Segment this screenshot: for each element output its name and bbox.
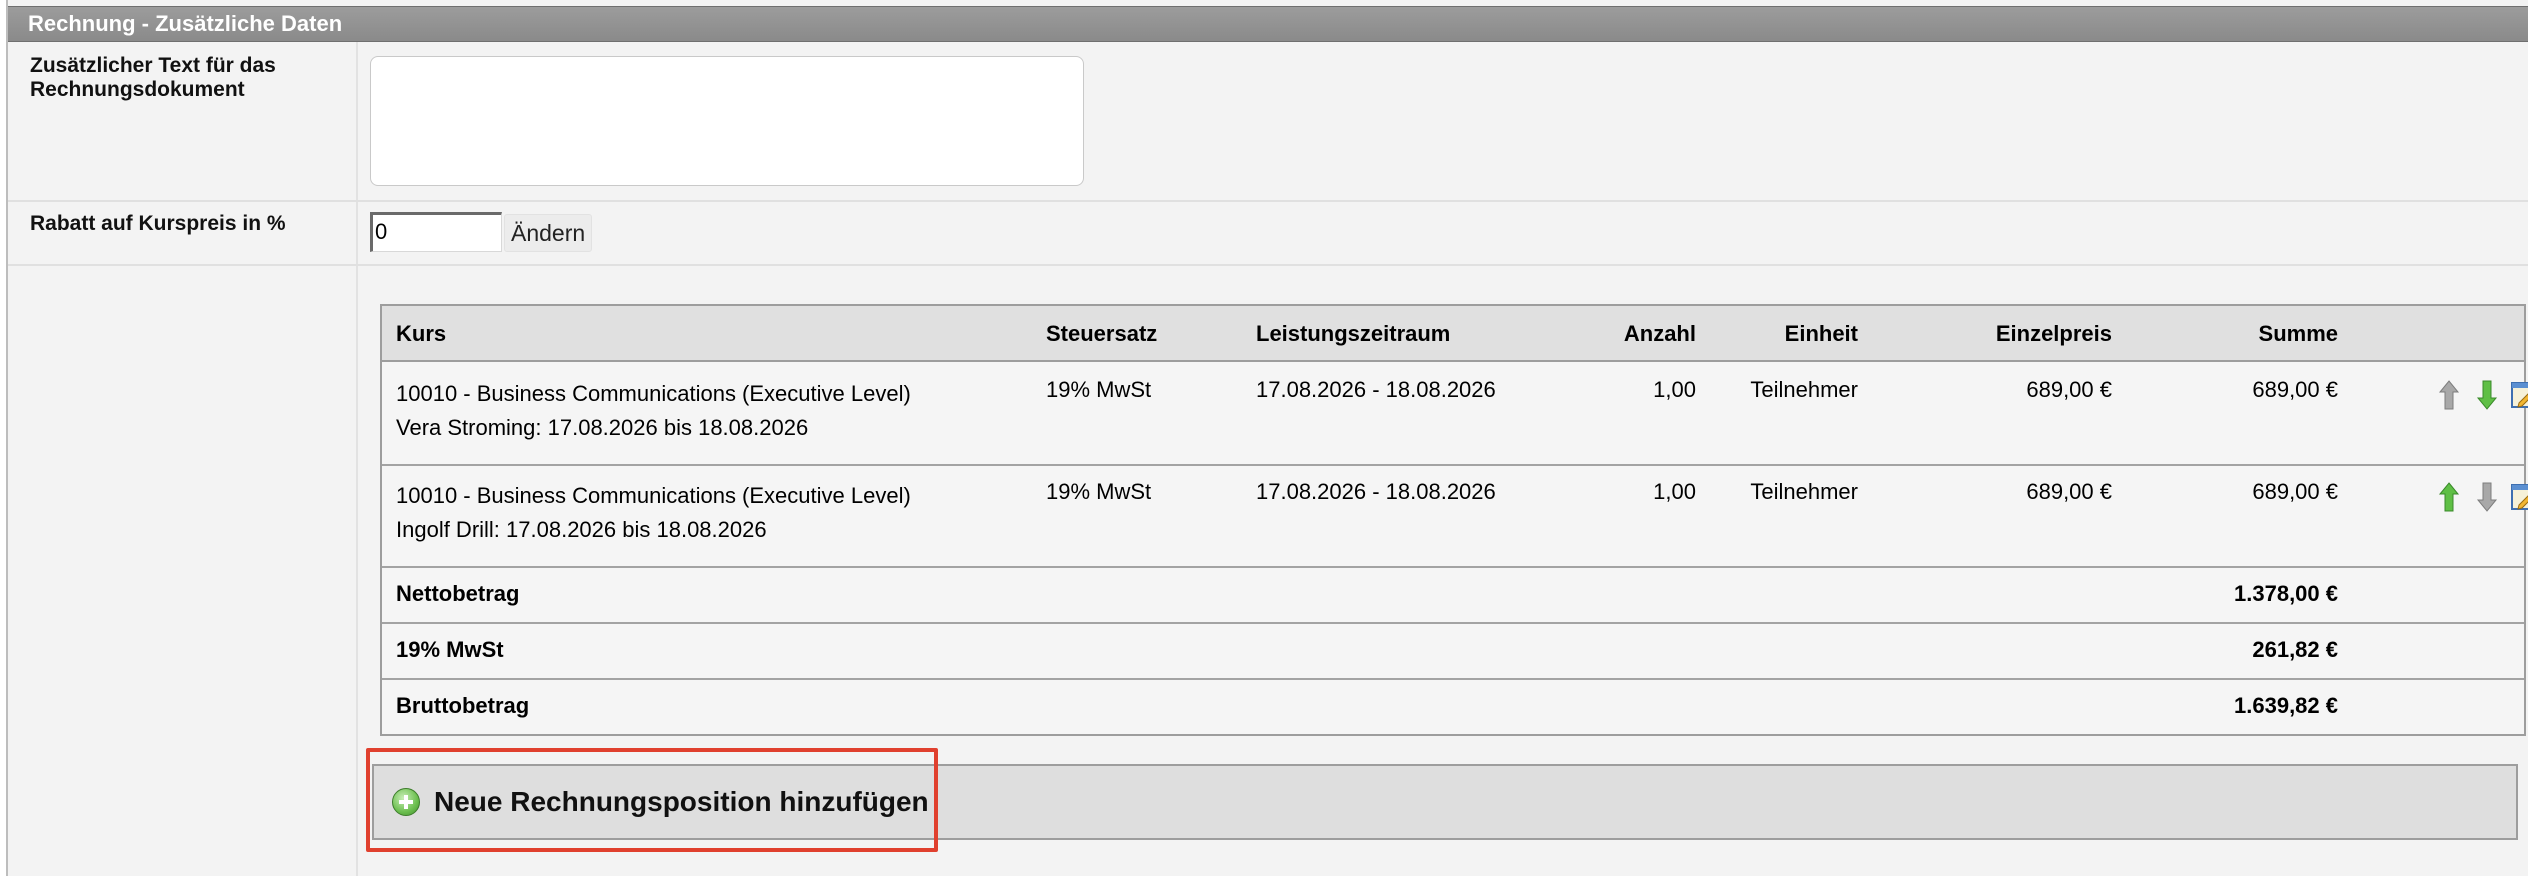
move-down-icon[interactable] [2474, 378, 2500, 412]
section-header: Rechnung - Zusätzliche Daten [8, 6, 2528, 42]
row-tax-rate: 19% MwSt [1046, 479, 1152, 504]
net-amount-label: Nettobetrag [396, 581, 520, 606]
row-unit-price: 689,00 € [2026, 377, 2112, 402]
col-header-anzahl: Anzahl [1623, 321, 1696, 346]
additional-text-label-line2: Rechnungsdokument [30, 78, 245, 101]
additional-text-label-line1: Zusätzlicher Text für das [30, 54, 276, 77]
row-participant: Ingolf Drill: 17.08.2026 bis 18.08.2026 [396, 517, 767, 542]
row-unit: Teilnehmer [1750, 377, 1858, 402]
gross-amount-value: 1.639,82 € [2234, 693, 2338, 718]
col-header-einheit: Einheit [1784, 321, 1858, 346]
row-course-title: 10010 - Business Communications (Executi… [396, 381, 911, 406]
add-position-button[interactable]: Neue Rechnungsposition hinzufügen [434, 784, 929, 820]
row-divider [382, 566, 2524, 568]
additional-text-label: Zusätzlicher Text für das Rechnungsdokum… [30, 54, 276, 102]
row-divider [382, 622, 2524, 624]
invoice-positions-table: Kurs Steuersatz Leistungszeitraum Anzahl… [380, 304, 2528, 736]
row-service-period: 17.08.2026 - 18.08.2026 [1256, 377, 1496, 402]
col-header-einzelpreis: Einzelpreis [1995, 321, 2112, 346]
tax-amount-label: 19% MwSt [396, 637, 504, 662]
col-header-leistungszeitraum: Leistungszeitraum [1256, 321, 1451, 346]
add-plus-icon[interactable] [392, 788, 420, 816]
apply-discount-button[interactable]: Ändern [504, 214, 593, 252]
row-quantity: 1,00 [1653, 479, 1696, 504]
row-total: 689,00 € [2252, 479, 2338, 504]
tax-amount-value: 261,82 € [2252, 637, 2338, 662]
col-header-steuersatz: Steuersatz [1046, 321, 1158, 346]
label-column [8, 42, 358, 876]
row-total: 689,00 € [2252, 377, 2338, 402]
discount-label: Rabatt auf Kurspreis in % [30, 212, 286, 235]
row-unit-price: 689,00 € [2026, 479, 2112, 504]
row-divider [382, 678, 2524, 680]
row-unit: Teilnehmer [1750, 479, 1858, 504]
table-header: Kurs Steuersatz Leistungszeitraum Anzahl… [382, 306, 2524, 362]
additional-text-textarea[interactable] [370, 56, 1084, 186]
row-divider [382, 464, 2524, 466]
row-participant: Vera Stroming: 17.08.2026 bis 18.08.2026 [396, 415, 809, 440]
row-service-period: 17.08.2026 - 18.08.2026 [1256, 479, 1496, 504]
edit-icon[interactable] [2510, 380, 2528, 410]
col-header-summe: Summe [2258, 321, 2338, 346]
move-down-icon[interactable] [2474, 480, 2500, 514]
discount-input[interactable]: 0 [370, 212, 502, 252]
move-up-icon[interactable] [2436, 480, 2462, 514]
divider [8, 264, 2528, 266]
net-amount-value: 1.378,00 € [2234, 581, 2338, 606]
move-up-icon[interactable] [2436, 378, 2462, 412]
row-tax-rate: 19% MwSt [1046, 377, 1152, 402]
edit-icon[interactable] [2510, 482, 2528, 512]
divider [8, 200, 2528, 202]
row-quantity: 1,00 [1653, 377, 1696, 402]
gross-amount-label: Bruttobetrag [396, 693, 530, 718]
invoice-additional-data-panel: Rechnung - Zusätzliche Daten Zusätzliche… [6, 0, 2528, 876]
col-header-kurs: Kurs [396, 321, 447, 346]
row-course-title: 10010 - Business Communications (Executi… [396, 483, 911, 508]
